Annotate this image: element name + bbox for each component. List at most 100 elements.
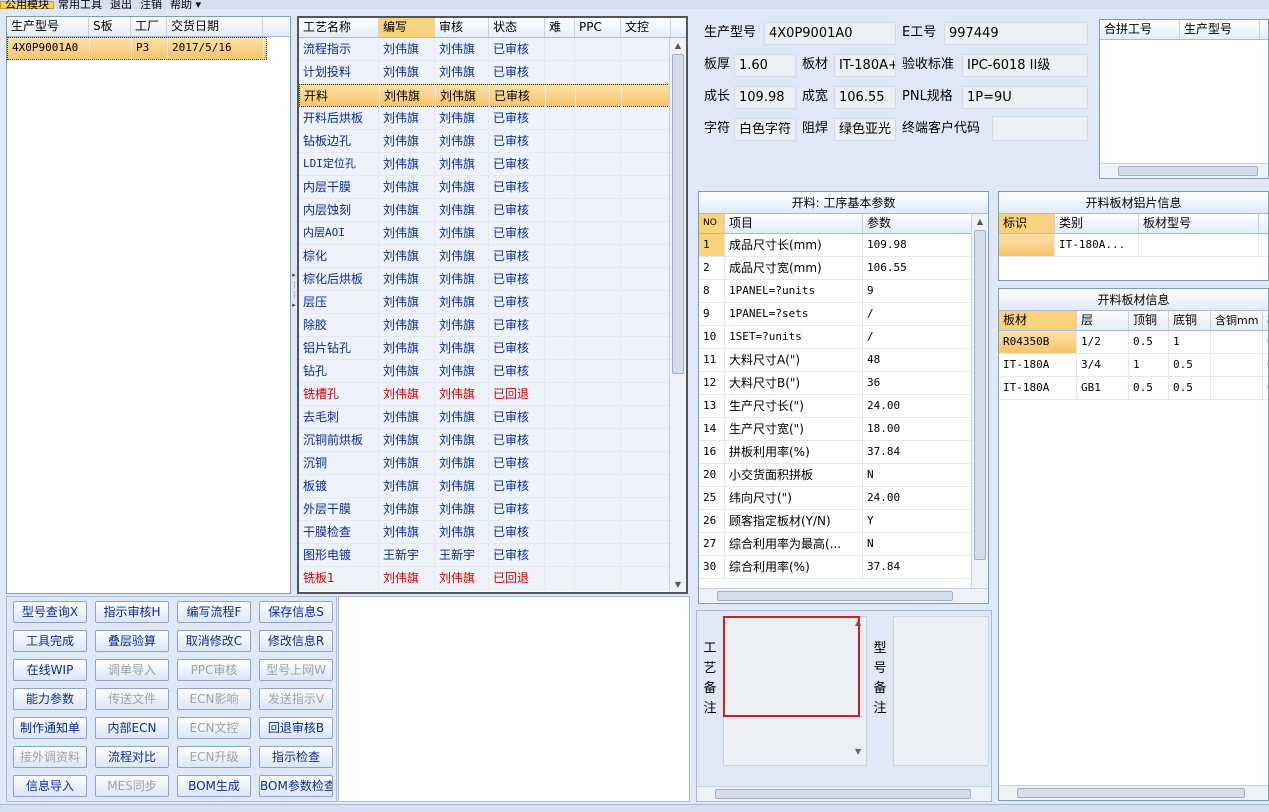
param-row[interactable]: 14 生产尺寸宽(") 18.00 (699, 418, 988, 441)
action-button[interactable]: 流程对比 (95, 746, 169, 768)
scroll-down-icon[interactable]: ▼ (670, 577, 686, 592)
action-button[interactable]: 修改信息R (259, 630, 333, 652)
process-row[interactable]: 铝片钻孔 刘伟旗 刘伟旗 已审核 (299, 337, 686, 360)
remarks-hscroll[interactable] (697, 786, 991, 801)
process-row[interactable]: 铣板1 刘伟旗 刘伟旗 已回退 (299, 567, 686, 590)
action-button[interactable]: 工具完成 (13, 630, 87, 652)
param-row[interactable]: 13 生产尺寸长(") 24.00 (699, 395, 988, 418)
process-row[interactable]: 棕化 刘伟旗 刘伟旗 已审核 (299, 245, 686, 268)
scroll-thumb[interactable] (974, 230, 986, 560)
action-button[interactable]: 型号查询X (13, 601, 87, 623)
action-button[interactable]: 取消修改C (177, 630, 251, 652)
foil-column-header[interactable]: 板材型号 (1139, 214, 1259, 233)
action-button[interactable]: BOM生成 (177, 775, 251, 797)
params-column-header[interactable]: NO (699, 214, 725, 233)
action-button[interactable]: PPC审核 (177, 659, 251, 681)
model-list-column-header[interactable]: 生产型号 (7, 17, 89, 36)
action-button[interactable]: 保存信息S (259, 601, 333, 623)
param-row[interactable]: 11 大料尺寸A(") 48 (699, 349, 988, 372)
action-button[interactable]: 接外调资料 (13, 746, 87, 768)
param-row[interactable]: 9 1PANEL=?sets / (699, 303, 988, 326)
customer-field[interactable] (992, 116, 1088, 141)
thickness-field[interactable]: 1.60 (734, 54, 796, 77)
action-button[interactable]: 信息导入 (13, 775, 87, 797)
material-field[interactable]: IT-180A+ (834, 54, 896, 77)
model-list-column-header[interactable]: 交货日期 (167, 17, 263, 36)
merge-grid-hscroll[interactable] (1100, 163, 1268, 178)
process-row[interactable]: LDI定位孔 刘伟旗 刘伟旗 已审核 (299, 153, 686, 176)
process-row[interactable]: 内层蚀刻 刘伟旗 刘伟旗 已审核 (299, 199, 686, 222)
foil-row[interactable]: IT-180A... (999, 234, 1268, 257)
width-field[interactable]: 106.55 (834, 86, 896, 109)
param-row[interactable]: 26 顾客指定板材(Y/N) Y (699, 510, 988, 533)
material-column-header[interactable]: 板 (1263, 311, 1268, 330)
material-column-header[interactable]: 含铜mm (1211, 311, 1263, 330)
param-row[interactable]: 10 1SET=?units / (699, 326, 988, 349)
process-row[interactable]: 开料后烘板 刘伟旗 刘伟旗 已审核 (299, 107, 686, 130)
material-column-header[interactable]: 顶铜 (1129, 311, 1169, 330)
param-row[interactable]: 1 成品尺寸长(mm) 109.98 (699, 234, 988, 257)
e-no-field[interactable]: 997449 (944, 22, 1088, 45)
material-column-header[interactable]: 板材 (999, 311, 1077, 330)
process-column-header[interactable]: 编写 (379, 18, 435, 37)
material-row[interactable]: R04350B1/20.51 0 (999, 331, 1268, 354)
process-column-header[interactable]: 审核 (435, 18, 489, 37)
action-button[interactable]: 指示审核H (95, 601, 169, 623)
scroll-thumb[interactable] (1118, 166, 1258, 176)
menu-item[interactable]: 注销 (136, 0, 166, 9)
process-column-header[interactable]: PPC (575, 18, 621, 37)
action-button[interactable]: ECN升级 (177, 746, 251, 768)
material-hscroll[interactable] (999, 785, 1268, 800)
action-button[interactable]: 制作通知单 (13, 717, 87, 739)
scroll-up-icon[interactable]: ▲ (670, 38, 686, 53)
params-scrollbar[interactable]: ▲ (971, 214, 988, 588)
action-button[interactable]: 能力参数 (13, 688, 87, 710)
action-button[interactable]: 叠层验算 (95, 630, 169, 652)
scroll-thumb[interactable] (717, 591, 953, 601)
process-row[interactable]: 钻板边孔 刘伟旗 刘伟旗 已审核 (299, 130, 686, 153)
model-row[interactable]: 4X0P9001A0 P3 2017/5/16 (7, 37, 267, 60)
action-button[interactable]: 传送文件 (95, 688, 169, 710)
merge-column-header[interactable]: 生产型号 (1180, 20, 1260, 39)
process-row[interactable]: 图形电镀 王新宇 王新宇 已审核 (299, 544, 686, 567)
merge-column-header[interactable]: 合拼工号 (1100, 20, 1180, 39)
param-row[interactable]: 25 纬向尺寸(") 24.00 (699, 487, 988, 510)
action-button[interactable]: 内部ECN (95, 717, 169, 739)
menu-item[interactable]: 公用模块 (0, 0, 54, 9)
process-column-header[interactable]: 难 (545, 18, 575, 37)
action-button[interactable]: 型号上网W (259, 659, 333, 681)
param-row[interactable]: 20 小交货面积拼板 N (699, 464, 988, 487)
model-list-column-header[interactable]: S板 (89, 17, 131, 36)
scroll-thumb[interactable] (672, 54, 684, 374)
param-row[interactable]: 16 拼板利用率(%) 37.84 (699, 441, 988, 464)
action-button[interactable]: 编写流程F (177, 601, 251, 623)
process-row[interactable]: 除胶 刘伟旗 刘伟旗 已审核 (299, 314, 686, 337)
action-button[interactable]: 在线WIP (13, 659, 87, 681)
menu-item[interactable]: 常用工具 (54, 0, 106, 9)
process-row[interactable]: 去毛刺 刘伟旗 刘伟旗 已审核 (299, 406, 686, 429)
process-row[interactable]: 内层干膜 刘伟旗 刘伟旗 已审核 (299, 176, 686, 199)
process-row[interactable]: 流程指示 刘伟旗 刘伟旗 已审核 (299, 38, 686, 61)
process-column-header[interactable]: 状态 (489, 18, 545, 37)
scroll-thumb[interactable] (715, 789, 971, 799)
char-field[interactable]: 白色字符 (734, 118, 796, 141)
params-column-header[interactable]: 参数 (863, 214, 973, 233)
action-button[interactable]: BOM参数检查 (259, 775, 333, 797)
params-hscroll[interactable] (699, 588, 988, 603)
action-button[interactable]: 发送指示V (259, 688, 333, 710)
scroll-thumb[interactable] (1017, 788, 1245, 798)
params-column-header[interactable]: 项目 (725, 214, 863, 233)
param-row[interactable]: 12 大料尺寸B(") 36 (699, 372, 988, 395)
process-row[interactable]: 铣槽孔 刘伟旗 刘伟旗 已回退 (299, 383, 686, 406)
process-row[interactable]: 板镀 刘伟旗 刘伟旗 已审核 (299, 475, 686, 498)
process-row[interactable]: 内层AOI 刘伟旗 刘伟旗 已审核 (299, 222, 686, 245)
model-remark-input[interactable] (893, 616, 989, 766)
process-row[interactable]: 沉铜 刘伟旗 刘伟旗 已审核 (299, 452, 686, 475)
pnl-field[interactable]: 1P=9U (962, 86, 1088, 109)
process-row[interactable]: 棕化后烘板 刘伟旗 刘伟旗 已审核 (299, 268, 686, 291)
action-button[interactable]: 回退审核B (259, 717, 333, 739)
model-list-column-header[interactable]: 工厂 (131, 17, 167, 36)
process-column-header[interactable]: 工艺名称 (299, 18, 379, 37)
action-button[interactable]: ECN文控 (177, 717, 251, 739)
process-row[interactable]: 沉铜前烘板 刘伟旗 刘伟旗 已审核 (299, 429, 686, 452)
